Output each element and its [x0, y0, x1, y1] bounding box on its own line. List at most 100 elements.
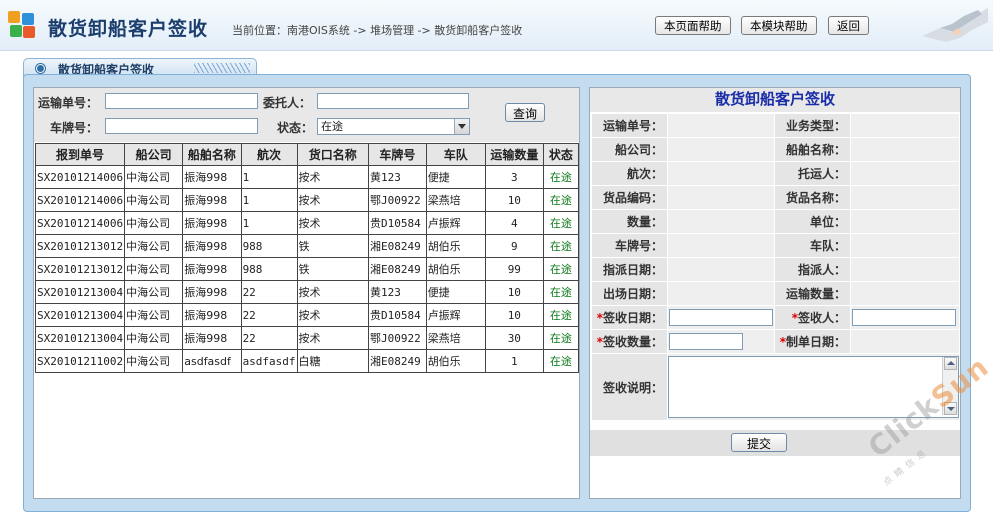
form-label: *签收人：: [774, 305, 851, 330]
table-cell: SX20101213004: [34, 303, 126, 327]
table-cell: 振海998: [182, 257, 242, 281]
form-label: 货品编码：: [591, 185, 668, 210]
table-cell: 中海公司: [124, 211, 184, 235]
table-cell: 卢振辉: [425, 211, 486, 235]
tab-bullet-icon: [36, 64, 45, 73]
form-row: 运输单号： 业务类型：: [591, 113, 960, 138]
table-cell: 白糖: [296, 349, 370, 373]
table-cell: 贵D10584: [368, 303, 427, 327]
table-cell: 中海公司: [124, 349, 184, 373]
table-cell: SX20101213012: [34, 234, 126, 258]
column-header: 报到单号: [34, 143, 126, 166]
form-title: 散货卸船客户签收: [590, 88, 960, 112]
column-header: 运输数量: [484, 143, 544, 166]
table-cell: 胡伯乐: [425, 234, 486, 258]
search-bar: 运输单号： 委托人： 车牌号： 状态： 在途 查询: [34, 88, 579, 142]
table-cell: 1: [240, 211, 298, 235]
table-cell: 10: [484, 303, 544, 327]
table-cell: 988: [240, 257, 298, 281]
table-cell: 贵D10584: [368, 211, 427, 235]
table-cell: 中海公司: [124, 257, 184, 281]
status-cell: 在途: [542, 257, 580, 281]
column-header: 船公司: [124, 143, 184, 166]
sign-qty-input[interactable]: [669, 333, 743, 350]
form-label: 车队：: [774, 233, 851, 258]
table-cell: 按术: [296, 211, 370, 235]
status-select[interactable]: 在途: [317, 118, 470, 135]
breadcrumb: 当前位置：南港OIS系统 -> 堆场管理 -> 散货卸船客户签收: [232, 24, 523, 37]
table-row[interactable]: SX20101214006 中海公司 振海998 1 按术 黄123 便捷 3 在途: [34, 165, 580, 189]
table-row[interactable]: SX20101214006 中海公司 振海998 1 按术 鄂J00922 梁燕培 10 在途: [34, 188, 580, 212]
form-value: [850, 185, 960, 210]
column-header: 车队: [425, 143, 486, 166]
status-cell: 在途: [542, 349, 580, 373]
back-button[interactable]: 返回: [828, 16, 869, 35]
table-cell: 振海998: [182, 234, 242, 258]
page-help-button[interactable]: 本页面帮助: [655, 16, 731, 35]
form-label: 签收说明：: [591, 353, 668, 421]
form-label: 货品名称：: [774, 185, 851, 210]
form-value: [667, 185, 775, 210]
form-value: [667, 137, 775, 162]
form-value: [850, 161, 960, 186]
table-cell: 22: [240, 326, 298, 350]
table-row[interactable]: SX20101213004 中海公司 振海998 22 按术 鄂J00922 梁燕培 30 在途: [34, 326, 580, 350]
form-value: [850, 137, 960, 162]
plate-input[interactable]: [105, 118, 258, 134]
table-cell: 中海公司: [124, 188, 184, 212]
form-row: 数量： 单位：: [591, 209, 960, 234]
form-value: [667, 161, 775, 186]
query-button[interactable]: 查询: [505, 103, 545, 122]
form-row: 货品编码： 货品名称：: [591, 185, 960, 210]
table-row[interactable]: SX20101213004 中海公司 振海998 22 按术 黄123 便捷 10 在途: [34, 280, 580, 304]
plate-label: 车牌号：: [50, 121, 99, 135]
table-cell: 振海998: [182, 303, 242, 327]
table-cell: asdfasdf: [182, 349, 242, 373]
table-cell: 湘E08249: [368, 234, 427, 258]
form-value: [667, 209, 775, 234]
form-value: [667, 257, 775, 282]
table-row[interactable]: SX20101213012 中海公司 振海998 988 铁湘E08249 胡伯乐 9 在途: [34, 234, 580, 258]
form-value: [667, 233, 775, 258]
table-cell: 振海998: [182, 188, 242, 212]
form-value: [850, 233, 960, 258]
signer-input[interactable]: [852, 309, 956, 326]
table-cell: 卢振辉: [425, 303, 486, 327]
form-row: 车牌号： 车队：: [591, 233, 960, 258]
status-label: 状态：: [277, 121, 314, 135]
table-cell: 黄123: [368, 280, 427, 304]
table-row[interactable]: SX20101211002 中海公司 asdfasdf asdfasdf 白糖 湘E082…: [34, 349, 580, 373]
form-row: 出场日期： 运输数量：: [591, 281, 960, 306]
table-cell: 梁燕培: [425, 326, 486, 350]
table-cell: 振海998: [182, 165, 242, 189]
table-cell: 22: [240, 280, 298, 304]
page-title: 散货卸船客户签收: [48, 18, 209, 40]
table-cell: 10: [484, 280, 544, 304]
table-cell: 胡伯乐: [425, 257, 486, 281]
table-cell: 鄂J00922: [368, 326, 427, 350]
table-row[interactable]: SX20101213012 中海公司 振海998 988 铁湘E08249 胡伯乐 99 在途: [34, 257, 580, 281]
form-label: 运输数量：: [774, 281, 851, 306]
chevron-down-icon[interactable]: [454, 119, 469, 134]
transport-no-input[interactable]: [105, 93, 258, 109]
table-cell: 黄123: [368, 165, 427, 189]
table-row[interactable]: SX20101214006 中海公司 振海998 1 按术 贵D10584 卢振辉 4 在途: [34, 211, 580, 235]
table-cell: 中海公司: [124, 303, 184, 327]
status-cell: 在途: [542, 165, 580, 189]
form-value: [850, 281, 960, 306]
form-value: [850, 257, 960, 282]
form-label: *签收日期：: [591, 305, 668, 330]
clicksun-watermark-logo: ClickSun 点睛信息: [850, 350, 993, 510]
submit-button[interactable]: 提交: [731, 433, 787, 452]
column-header: 车牌号: [368, 143, 427, 166]
table-cell: 10: [484, 188, 544, 212]
module-help-button[interactable]: 本模块帮助: [741, 16, 817, 35]
table-cell: 中海公司: [124, 326, 184, 350]
table-cell: SX20101214006: [34, 211, 126, 235]
sign-date-input[interactable]: [669, 309, 773, 326]
table-cell: 铁: [296, 234, 370, 258]
app-logo-icon: [8, 11, 38, 39]
column-header: 状态: [542, 143, 580, 166]
consignor-input[interactable]: [317, 93, 469, 109]
table-row[interactable]: SX20101213004 中海公司 振海998 22 按术 贵D10584 卢振辉 10 在途: [34, 303, 580, 327]
